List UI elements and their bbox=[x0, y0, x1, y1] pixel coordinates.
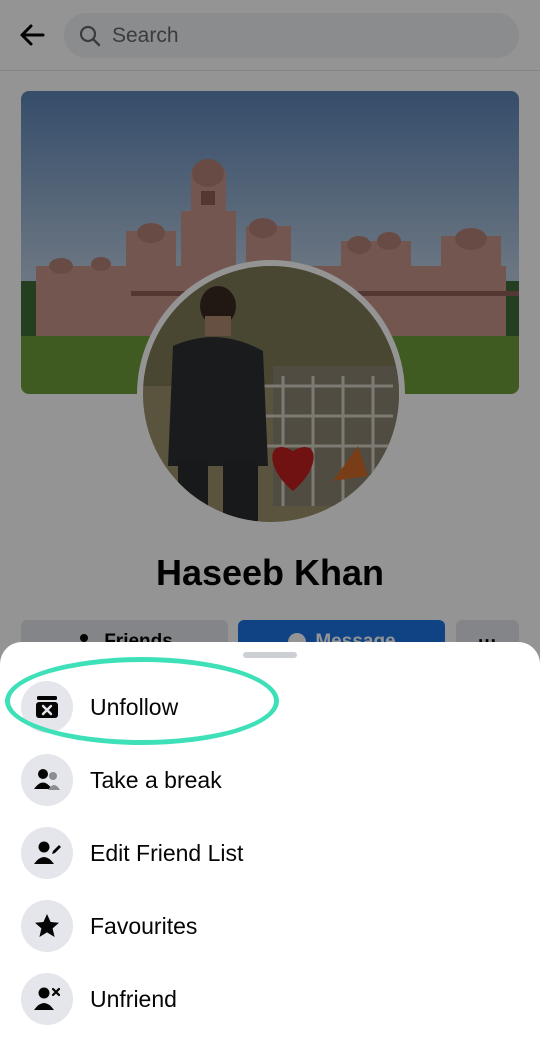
take-a-break-icon bbox=[34, 769, 60, 790]
menu-item-label: Unfriend bbox=[90, 985, 177, 1012]
unfriend-icon bbox=[34, 987, 61, 1010]
menu-item-edit-friend-list[interactable]: Edit Friend List bbox=[0, 823, 540, 883]
highlight-ring bbox=[5, 657, 279, 745]
menu-item-label: Edit Friend List bbox=[90, 839, 244, 866]
menu-item-unfriend[interactable]: Unfriend bbox=[0, 969, 540, 1029]
sheet-drag-handle[interactable] bbox=[243, 652, 297, 658]
edit-friend-list-icon bbox=[34, 841, 61, 864]
menu-item-favourites[interactable]: Favourites bbox=[0, 896, 540, 956]
star-icon bbox=[35, 914, 59, 937]
menu-item-label: Take a break bbox=[90, 766, 222, 793]
menu-item-take-a-break[interactable]: Take a break bbox=[0, 750, 540, 810]
menu-item-label: Favourites bbox=[90, 912, 198, 939]
